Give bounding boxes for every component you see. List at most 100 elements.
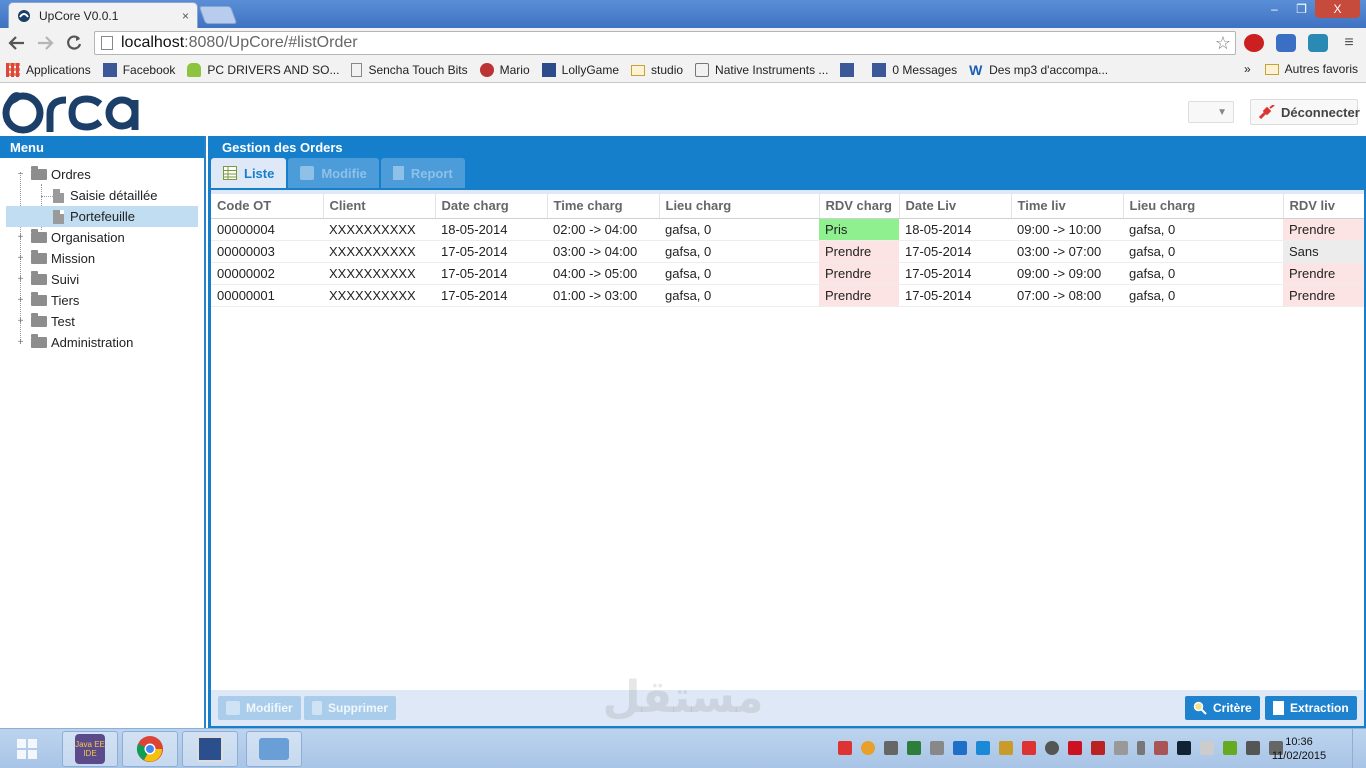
table-row[interactable]: 00000001 XXXXXXXXXX 17-05-2014 01:00 -> … [211, 284, 1364, 307]
bookmark-studio[interactable]: studio [631, 63, 683, 77]
pdf-tray-icon[interactable] [1091, 741, 1105, 755]
clock[interactable]: 10:36 11/02/2015 [1262, 735, 1336, 763]
column-header-lieu-charg[interactable]: Lieu charg [659, 194, 820, 219]
collapse-icon[interactable]: − [16, 170, 25, 180]
tab-report[interactable]: Report [380, 158, 465, 188]
minimize-button[interactable]: – [1261, 0, 1288, 18]
app-header: ▼ Déconnecter [0, 84, 1366, 136]
forward-arrow-icon[interactable] [34, 32, 56, 54]
column-header-rdv-charg[interactable]: RDV charg [819, 194, 900, 219]
expand-icon[interactable]: + [16, 338, 25, 348]
menu-item-tiers[interactable]: + Tiers [0, 290, 204, 311]
bookmark-pc-drivers[interactable]: PC DRIVERS AND SO... [187, 63, 339, 77]
bookmarks-overflow-button[interactable]: » [1244, 62, 1251, 76]
ball-tray-icon[interactable] [1045, 741, 1059, 755]
extension-icon[interactable] [1276, 34, 1296, 52]
logout-button[interactable]: Déconnecter [1250, 99, 1360, 125]
network-tray-icon[interactable] [884, 741, 898, 755]
restore-button[interactable]: ❐ [1288, 0, 1315, 18]
taskbar-chrome[interactable] [122, 731, 178, 767]
modifier-button[interactable]: Modifier [218, 696, 301, 720]
user-tray-icon[interactable] [999, 741, 1013, 755]
extraction-button[interactable]: Extraction [1265, 696, 1357, 720]
browser-tab[interactable]: UpCore V0.0.1 × [8, 2, 198, 28]
taskbar-app[interactable] [182, 731, 238, 767]
globe-tray-icon[interactable] [907, 741, 921, 755]
column-header-code-ot[interactable]: Code OT [211, 194, 324, 219]
bookmark-mario[interactable]: Mario [479, 63, 530, 77]
browser-toolbar: localhost:8080/UpCore/#listOrder ☆ ≡ [0, 28, 1366, 58]
column-header-time-liv[interactable]: Time liv [1011, 194, 1124, 219]
column-header-rdv-liv[interactable]: RDV liv [1283, 194, 1364, 219]
menu-tree: − Ordres Saisie détaillée Portefeuille +… [0, 158, 204, 353]
column-header-date-charg[interactable]: Date charg [435, 194, 548, 219]
bookmark-facebook[interactable]: Facebook [102, 63, 175, 77]
new-tab-button[interactable] [198, 6, 238, 24]
signal-icon[interactable] [1246, 741, 1260, 755]
bookmark-messages[interactable]: 0 Messages [872, 63, 957, 77]
expand-icon[interactable]: + [16, 254, 25, 264]
menu-item-ordres[interactable]: − Ordres [0, 164, 204, 185]
cell-code-ot: 00000004 [211, 218, 323, 241]
menu-item-saisie-detaillee[interactable]: Saisie détaillée [0, 185, 204, 206]
cell-date-charg: 17-05-2014 [435, 240, 547, 263]
column-header-client[interactable]: Client [323, 194, 436, 219]
chrome-menu-icon[interactable]: ≡ [1338, 32, 1360, 54]
back-arrow-icon[interactable] [6, 32, 28, 54]
table-row[interactable]: 00000004 XXXXXXXXXX 18-05-2014 02:00 -> … [211, 218, 1364, 241]
table-row[interactable]: 00000002 XXXXXXXXXX 17-05-2014 04:00 -> … [211, 262, 1364, 285]
menu-item-portefeuille[interactable]: Portefeuille [6, 206, 198, 227]
user-dropdown[interactable]: ▼ [1188, 101, 1234, 123]
cell-client: XXXXXXXXXX [323, 240, 435, 263]
bookmark-applications[interactable]: Applications [6, 63, 91, 77]
menu-item-organisation[interactable]: + Organisation [0, 227, 204, 248]
volume-icon[interactable] [930, 741, 944, 755]
table-row[interactable]: 00000003 XXXXXXXXXX 17-05-2014 03:00 -> … [211, 240, 1364, 263]
start-button[interactable] [8, 734, 46, 764]
address-bar[interactable]: localhost:8080/UpCore/#listOrder ☆ [94, 31, 1236, 55]
expand-icon[interactable]: + [16, 233, 25, 243]
reload-icon[interactable] [63, 32, 85, 54]
flag-tray-icon[interactable] [1200, 741, 1214, 755]
extension-2-icon[interactable] [1308, 34, 1328, 52]
bookmark-sencha[interactable]: Sencha Touch Bits [351, 63, 468, 77]
warning-icon[interactable] [838, 741, 852, 755]
taskbar-eclipse[interactable]: Java EE IDE [62, 731, 118, 767]
bookmark-lollygame[interactable]: LollyGame [541, 63, 619, 77]
chrome-tray-icon[interactable] [861, 741, 875, 755]
tab-close-icon[interactable]: × [182, 9, 189, 23]
cell-rdv-charg: Pris [819, 218, 899, 241]
menu-item-test[interactable]: + Test [0, 311, 204, 332]
tab-modifie[interactable]: Modifie [288, 158, 379, 188]
menu-item-mission[interactable]: + Mission [0, 248, 204, 269]
menu-item-administration[interactable]: + Administration [0, 332, 204, 353]
tab-liste[interactable]: Liste [211, 158, 287, 188]
expand-icon[interactable]: + [16, 317, 25, 327]
acrobat-tray-icon[interactable] [1068, 741, 1082, 755]
hp-tray-icon[interactable] [976, 741, 990, 755]
supprimer-button[interactable]: Supprimer [304, 696, 397, 720]
tool-tray-icon[interactable] [1154, 741, 1168, 755]
bookmark-facebook-2[interactable] [840, 63, 860, 77]
taskbar-explorer[interactable] [246, 731, 302, 767]
expand-icon[interactable]: + [16, 275, 25, 285]
usb-tray-icon[interactable] [1114, 741, 1128, 755]
bookmark-star-icon[interactable]: ☆ [1215, 33, 1231, 54]
bookmark-mp3[interactable]: W Des mp3 d'accompa... [969, 63, 1108, 77]
show-desktop-button[interactable] [1352, 729, 1366, 768]
monitor-tray-icon[interactable] [1177, 741, 1191, 755]
menu-item-suivi[interactable]: + Suivi [0, 269, 204, 290]
other-bookmarks-folder[interactable]: Autres favoris [1264, 62, 1358, 76]
close-window-button[interactable]: X [1315, 0, 1360, 18]
nvidia-icon[interactable] [1223, 741, 1237, 755]
adblock-icon[interactable] [1244, 34, 1264, 52]
app-tray-icon[interactable] [953, 741, 967, 755]
column-header-lieu-charg-liv[interactable]: Lieu charg [1123, 194, 1284, 219]
arrow-tray-icon[interactable] [1022, 741, 1036, 755]
battery-icon[interactable] [1137, 741, 1145, 755]
column-header-date-liv[interactable]: Date Liv [899, 194, 1012, 219]
expand-icon[interactable]: + [16, 296, 25, 306]
bookmark-native-instruments[interactable]: Native Instruments ... [695, 63, 828, 77]
column-header-time-charg[interactable]: Time charg [547, 194, 660, 219]
critere-button[interactable]: Critère [1185, 696, 1260, 720]
